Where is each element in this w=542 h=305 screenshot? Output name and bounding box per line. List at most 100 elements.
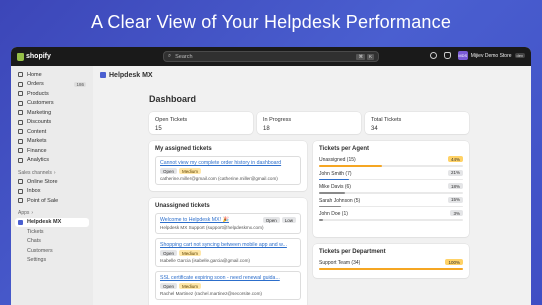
sidebar-item-analytics[interactable]: Analytics — [15, 156, 89, 166]
bar-row: Mike Davis (6) 18% — [313, 183, 469, 197]
sidebar-item-label: Online Store — [27, 178, 58, 185]
ticket-requester: Rachel Martinez (rachel.martinez@secorsi… — [160, 291, 262, 296]
bar-row: John Smith (7) 21% — [313, 169, 469, 184]
search-shortcut: ⌘ K — [356, 53, 374, 60]
ticket-item[interactable]: SSL certificate expiring soon - need ren… — [155, 271, 301, 300]
sidebar-item-content[interactable]: Content — [15, 127, 89, 137]
sidebar-subitem-settings[interactable]: Settings — [15, 256, 89, 266]
bar-label: John Smith (7) — [319, 170, 352, 177]
sidebar-item-customers[interactable]: Customers — [15, 99, 89, 109]
sidebar-item-point-of-sale[interactable]: Point of Sale — [15, 196, 89, 206]
ticket-title-link[interactable]: Cannot view my complete order history in… — [160, 160, 296, 166]
tickets-per-agent-card: Tickets per Agent Unassigned (15) 44% John… — [313, 141, 469, 237]
progress-track — [319, 192, 463, 194]
sidebar-item-label: Customers — [27, 100, 54, 107]
ticket-item[interactable]: Shopping cart not syncing between mobile… — [155, 238, 301, 267]
app-header: Helpdesk MX — [93, 66, 531, 84]
sidebar-item-markets[interactable]: Markets — [15, 137, 89, 147]
bar-label: Mike Davis (6) — [319, 184, 351, 190]
search-placeholder: Search — [175, 53, 193, 60]
stat-label: Open Tickets — [155, 117, 188, 123]
stat-value: 18 — [263, 126, 270, 132]
content-icon — [18, 129, 23, 135]
ticket-item[interactable]: Welcome to Helpdesk MX! 🎉 Open Low Helpd… — [155, 213, 301, 234]
progress-fill — [319, 219, 324, 221]
ticket-requester: catherine.miller@gmail.com (catherine.mi… — [160, 176, 278, 181]
sidebar-item-products[interactable]: Products — [15, 89, 89, 99]
discounts-icon — [18, 119, 23, 125]
progress-fill — [319, 192, 345, 194]
ticket-item[interactable]: Cannot view my complete order history in… — [155, 156, 301, 185]
sidebar-subitem-customers[interactable]: Customers — [15, 246, 89, 256]
stat-card-in-progress: In Progress 18 — [257, 112, 361, 134]
sidekick-icon[interactable] — [429, 52, 437, 59]
search-input[interactable]: ⌕ Search ⌘ K — [163, 51, 379, 62]
search-icon: ⌕ — [168, 53, 172, 59]
sidebar-item-label: Point of Sale — [27, 197, 59, 204]
orders-icon — [18, 81, 23, 87]
sidebar-item-orders[interactable]: Orders 186 — [15, 80, 89, 90]
ticket-tags: Open Medium — [160, 250, 296, 256]
bar-row: John Doe (1) 3% — [313, 210, 469, 224]
sidebar-item-helpdesk-mx[interactable]: Helpdesk MX — [15, 217, 89, 227]
store-switcher[interactable]: MDS Mijiev Demo Store dev — [457, 51, 525, 60]
page-title: Dashboard — [149, 94, 197, 104]
assigned-tickets-card: My assigned tickets Cannot view my compl… — [149, 141, 307, 191]
bar-label: Unassigned (15) — [319, 157, 356, 163]
markets-icon — [18, 138, 23, 144]
ticket-title-link[interactable]: Welcome to Helpdesk MX! 🎉 — [160, 217, 229, 223]
sales-channels-label[interactable]: Sales channels › — [15, 168, 89, 177]
apps-text: Apps — [18, 210, 30, 216]
store-icon — [18, 179, 23, 185]
sidebar-item-home[interactable]: Home — [15, 70, 89, 80]
bell-icon[interactable] — [443, 52, 451, 59]
main-content: Helpdesk MX Dashboard Open Tickets 15 In… — [93, 66, 531, 305]
status-badge: Open — [160, 250, 178, 256]
stat-card-total: Total Tickets 34 — [365, 112, 469, 134]
progress-track — [319, 268, 463, 270]
dev-badge: dev — [514, 53, 525, 58]
inbox-icon — [18, 188, 23, 194]
stat-label: In Progress — [263, 117, 292, 123]
sidebar-item-discounts[interactable]: Discounts — [15, 118, 89, 128]
products-icon — [18, 91, 23, 97]
card-title: Tickets per Department — [319, 249, 386, 255]
pos-icon — [18, 198, 23, 204]
bar-row: Support Team (34) 100% — [313, 259, 469, 273]
apps-label[interactable]: Apps › — [15, 209, 89, 218]
ticket-title-link[interactable]: Shopping cart not syncing between mobile… — [160, 242, 296, 248]
sidebar: Home Orders 186 Products Customers Marketing D… — [11, 66, 93, 305]
sidebar-item-label: Analytics — [27, 157, 50, 164]
tickets-per-department-card: Tickets per Department Support Team (34)… — [313, 244, 469, 278]
page-banner: A Clear View of Your Helpdesk Performanc… — [0, 0, 542, 44]
sidebar-subitem-tickets[interactable]: Tickets — [15, 227, 89, 237]
percent-badge: 44% — [447, 156, 463, 162]
sidebar-item-inbox[interactable]: Inbox — [15, 187, 89, 197]
sales-channels-text: Sales channels — [18, 169, 52, 176]
app-window: shopify ⌕ Search ⌘ K MDS Mijiev Demo Sto… — [11, 47, 531, 305]
progress-fill — [319, 178, 350, 180]
shortcut-key: ⌘ — [356, 53, 365, 60]
bar-row: Sarah Johnson (5) 15% — [313, 196, 469, 211]
sidebar-item-finance[interactable]: Finance — [15, 146, 89, 156]
progress-fill — [319, 268, 463, 270]
ticket-title-link[interactable]: SSL certificate expiring soon - need ren… — [160, 275, 296, 281]
shopify-logo[interactable]: shopify — [17, 52, 51, 61]
bar-label: John Doe (1) — [319, 211, 348, 217]
sidebar-item-marketing[interactable]: Marketing — [15, 108, 89, 118]
sidebar-subitem-chats[interactable]: Chats — [15, 237, 89, 247]
home-icon — [18, 72, 23, 78]
avatar: MDS — [457, 51, 468, 60]
bar-row: Unassigned (15) 44% — [313, 156, 469, 170]
card-title: Tickets per Agent — [319, 146, 370, 152]
progress-fill — [319, 165, 383, 167]
ticket-tags: Open Medium — [160, 283, 296, 289]
brand-name: shopify — [26, 53, 51, 60]
sidebar-item-online-store[interactable]: Online Store — [15, 177, 89, 187]
analytics-icon — [18, 157, 23, 163]
top-bar: shopify ⌕ Search ⌘ K MDS Mijiev Demo Sto… — [11, 47, 531, 66]
progress-fill — [319, 205, 341, 207]
percent-badge: 15% — [447, 196, 463, 203]
customers-icon — [18, 100, 23, 106]
ticket-tags: Open Medium — [160, 168, 296, 174]
